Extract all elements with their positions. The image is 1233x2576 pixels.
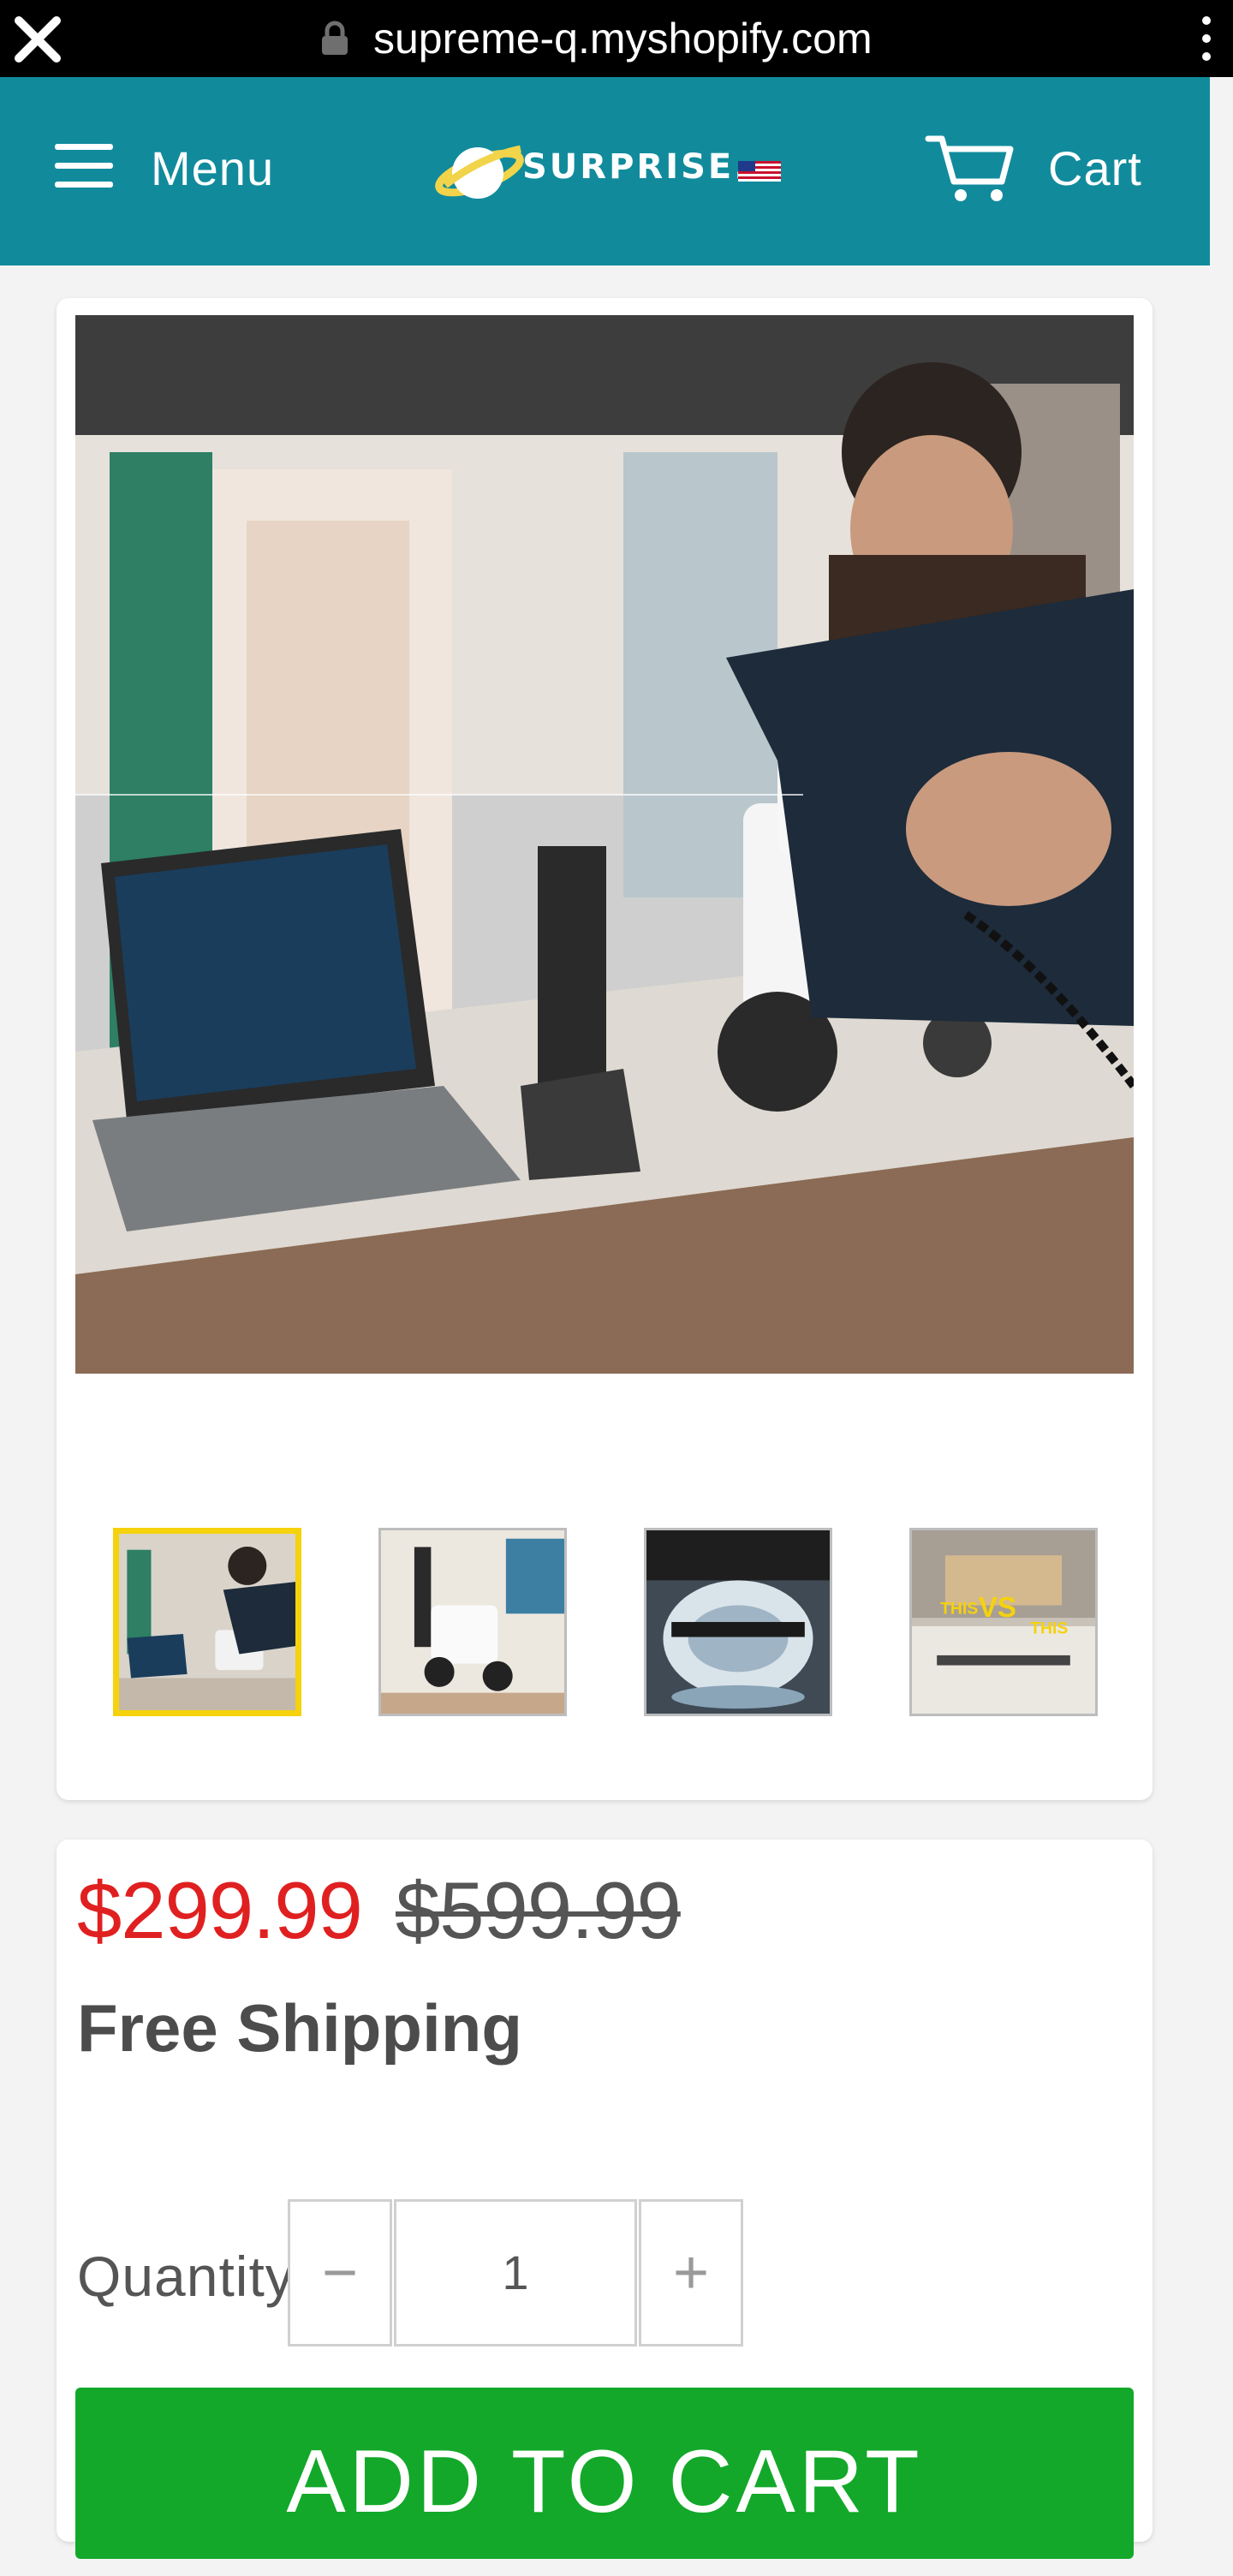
browser-url-bar: supreme-q.myshopify.com bbox=[0, 0, 1233, 77]
sale-price: $299.99 bbox=[77, 1865, 363, 1955]
us-flag-icon bbox=[738, 161, 781, 182]
thumbnail-1[interactable] bbox=[113, 1528, 301, 1716]
thumbnail-1-image bbox=[119, 1534, 295, 1710]
thumb4-word-left: THIS bbox=[940, 1599, 978, 1618]
thumb4-word-right: THIS bbox=[1030, 1619, 1068, 1638]
compare-at-price: $599.99 bbox=[396, 1865, 682, 1955]
store-logo[interactable]: SURPRISE. bbox=[428, 123, 788, 218]
product-gallery-card: THIS VS THIS bbox=[57, 298, 1153, 1800]
thumb4-word-mid: VS bbox=[979, 1592, 1016, 1624]
plus-icon: + bbox=[672, 2239, 710, 2307]
quantity-value: 1 bbox=[502, 2245, 529, 2299]
thumbnail-2[interactable] bbox=[378, 1528, 567, 1716]
workshop-photo bbox=[75, 315, 1134, 1374]
shipping-text: Free Shipping bbox=[77, 1990, 523, 2066]
kebab-menu-icon[interactable] bbox=[1195, 12, 1218, 65]
thumbnail-4[interactable]: THIS VS THIS bbox=[909, 1528, 1098, 1716]
main-product-image[interactable] bbox=[75, 315, 1134, 1374]
menu-label[interactable]: Menu bbox=[151, 139, 274, 199]
hamburger-menu-icon[interactable] bbox=[55, 140, 113, 192]
url-text[interactable]: supreme-q.myshopify.com bbox=[373, 12, 873, 65]
thumbnail-4-image: THIS VS THIS bbox=[912, 1530, 1095, 1714]
product-purchase-card: $299.99 $599.99 Free Shipping Quantity −… bbox=[57, 1840, 1153, 2559]
cart-icon[interactable] bbox=[925, 132, 1014, 204]
quantity-input[interactable]: 1 bbox=[394, 2199, 637, 2346]
quantity-decrease-button[interactable]: − bbox=[288, 2199, 392, 2346]
close-icon[interactable] bbox=[10, 12, 65, 67]
thumbnail-strip: THIS VS THIS bbox=[113, 1528, 1098, 1716]
thumbnail-3-image bbox=[646, 1530, 830, 1714]
minus-icon: − bbox=[321, 2239, 359, 2307]
planet-logo-icon bbox=[435, 145, 524, 199]
quantity-increase-button[interactable]: + bbox=[639, 2199, 743, 2346]
cart-label[interactable]: Cart bbox=[1048, 139, 1142, 199]
lock-icon bbox=[322, 21, 348, 55]
thumbnail-3[interactable] bbox=[644, 1528, 832, 1716]
quantity-label: Quantity bbox=[77, 2245, 295, 2308]
add-to-cart-button[interactable]: ADD TO CART bbox=[75, 2388, 1134, 2559]
store-header: Menu SURPRISE. Cart bbox=[0, 77, 1210, 265]
thumbnail-2-image bbox=[381, 1530, 564, 1714]
logo-text: SURPRISE. bbox=[522, 147, 750, 187]
